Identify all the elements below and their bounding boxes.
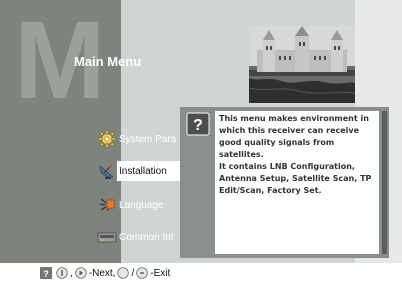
help-scroll-accent (382, 111, 387, 254)
info-icon (56, 267, 68, 279)
footer-next-label: -Next, (88, 267, 116, 279)
question-icon: ? (186, 112, 210, 136)
card-slot-icon (97, 227, 117, 247)
footer-exit-separator: / (131, 267, 135, 279)
question-icon: ? (40, 267, 52, 279)
footer-separator: , (70, 267, 73, 279)
menu-item-label: Common Int (119, 231, 174, 243)
menu-item-label: Installation (119, 165, 167, 177)
language-icon (97, 195, 117, 215)
menu-item-label: System Para (119, 133, 177, 145)
svg-text:?: ? (193, 117, 203, 134)
exit-button-icon (136, 267, 148, 279)
footer-exit-label: -Exit (150, 267, 171, 279)
menu-item-system-para[interactable]: System Para (97, 128, 176, 150)
help-text: This menu makes environment in which thi… (219, 114, 372, 195)
satellite-dish-icon (97, 161, 117, 181)
menu-item-installation[interactable]: Installation (97, 160, 183, 182)
menu-item-language[interactable]: Language (97, 194, 164, 216)
help-content: This menu makes environment in which thi… (215, 111, 379, 254)
menu-item-label: Language (119, 199, 164, 211)
svg-text:?: ? (43, 269, 49, 279)
right-arrow-button-icon (75, 267, 87, 279)
menu-item-common-interface[interactable]: Common Int (97, 226, 173, 248)
page-title: Main Menu (74, 54, 142, 69)
help-popup: ? This menu makes environment in which t… (180, 107, 389, 258)
menu-button-icon (117, 267, 130, 279)
gear-icon (97, 129, 117, 149)
header-photo (249, 26, 355, 103)
main-menu-screen: M Main Menu System Para Installation Lan… (0, 0, 402, 295)
footer-hints: ? , -Next, / -Exit (38, 265, 170, 281)
